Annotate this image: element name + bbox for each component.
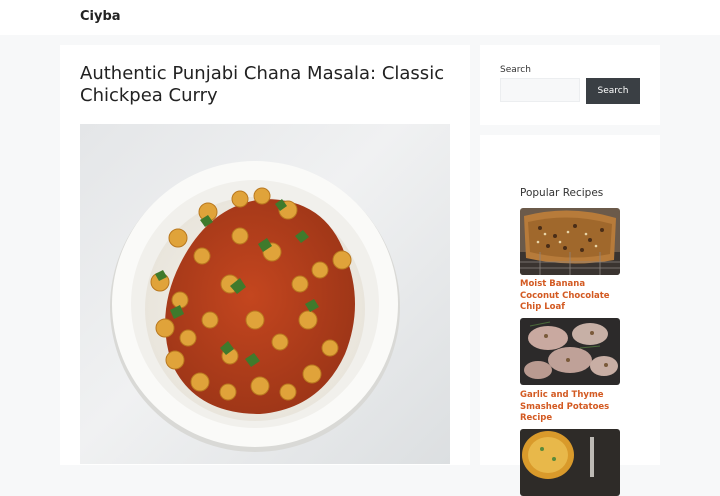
smashed-potatoes-thumbnail[interactable] [520, 318, 620, 385]
post-title: Authentic Punjabi Chana Masala: Classic … [80, 63, 445, 106]
casserole-image [520, 429, 620, 496]
banana-loaf-thumbnail[interactable] [520, 208, 620, 275]
search-input[interactable] [500, 78, 580, 102]
smashed-potatoes-image [520, 318, 620, 385]
search-label: Search [500, 65, 531, 75]
recipe-link-banana-loaf[interactable]: Moist Banana Coconut Chocolate Chip Loaf [520, 279, 620, 314]
site-header: Ciyba [0, 0, 720, 35]
main-article: Authentic Punjabi Chana Masala: Classic … [60, 45, 470, 465]
popular-recipes-heading: Popular Recipes [520, 187, 604, 199]
site-title-link[interactable]: Ciyba [80, 9, 121, 24]
search-widget: Search Search [480, 45, 660, 125]
recipe-link-smashed-potatoes[interactable]: Garlic and Thyme Smashed Potatoes Recipe [520, 390, 620, 425]
hero-image [80, 124, 450, 464]
casserole-thumbnail[interactable] [520, 429, 620, 496]
search-button[interactable]: Search [586, 78, 640, 104]
banana-loaf-image [520, 208, 620, 275]
chana-masala-bowl-illustration [110, 161, 400, 452]
popular-recipes-widget: Popular Recipes Moist Banana Coconut Cho… [480, 135, 660, 496]
